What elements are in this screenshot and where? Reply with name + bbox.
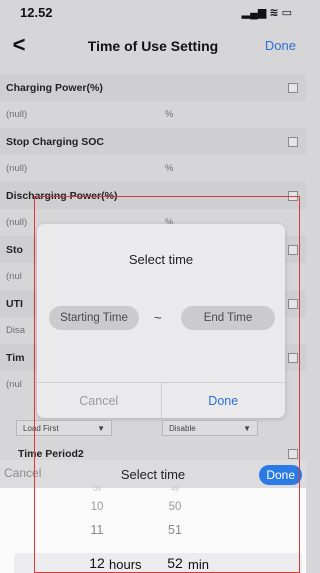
picker-cancel-button[interactable]: Cancel: [4, 466, 41, 480]
period1-selects: Load First ▼ Disable ▼: [0, 418, 306, 438]
status-bar: 12.52 ▂▄▆ ≋ ▭: [0, 0, 306, 24]
charging-power-checkbox[interactable]: [288, 82, 298, 93]
dialog-done-button[interactable]: Done: [162, 383, 286, 418]
picker-done-button[interactable]: Done: [259, 465, 302, 485]
discharging-power-label: Discharging Power(%): [6, 189, 118, 202]
minute-option[interactable]: 49: [160, 486, 190, 493]
stop-charging-soc-value: (null): [6, 163, 28, 174]
status-time: 12.52: [20, 4, 53, 20]
picker-header: Cancel Select time Done: [0, 460, 306, 488]
time-wheel[interactable]: 09 10 11 12 hours 49 50 51 52 min: [0, 486, 306, 573]
time-picker-sheet: Cancel Select time Done 09 10 11 12 hour…: [0, 460, 306, 573]
wifi-icon: ≋: [269, 6, 279, 19]
charging-power-value: (null): [6, 109, 28, 120]
load-first-value: Load First: [23, 423, 59, 433]
chevron-down-icon: ▼: [243, 423, 251, 433]
stop-charging-soc-header: Stop Charging SOC: [0, 128, 306, 155]
charging-power-unit: %: [165, 109, 174, 120]
minute-option[interactable]: 51: [160, 523, 190, 537]
minute-selected[interactable]: 52: [160, 555, 190, 571]
uti-checkbox[interactable]: [288, 298, 298, 309]
picker-title: Select time: [120, 466, 186, 482]
charging-power-header: Charging Power(%): [0, 74, 306, 101]
starting-time-button[interactable]: Starting Time: [49, 306, 139, 330]
uti-label: UTI: [6, 297, 23, 310]
minute-option[interactable]: 50: [160, 501, 190, 513]
stop-charging-soc-checkbox[interactable]: [288, 136, 298, 147]
load-first-select[interactable]: Load First ▼: [16, 420, 112, 436]
hours-unit-label: hours: [109, 557, 142, 572]
hour-option[interactable]: 09: [82, 486, 112, 493]
status-icons: ▂▄▆ ≋ ▭: [242, 6, 292, 19]
time-period1-label: Tim: [6, 351, 25, 364]
stop-discharging-checkbox[interactable]: [288, 244, 298, 255]
nav-done-button[interactable]: Done: [265, 38, 296, 53]
wheel-selection-band: [14, 553, 302, 573]
dialog-footer: Cancel Done: [37, 382, 285, 418]
discharging-power-header: Discharging Power(%): [0, 182, 306, 209]
uti-value: Disa: [6, 325, 26, 336]
stop-charging-soc-unit: %: [165, 163, 174, 174]
stop-charging-soc-label: Stop Charging SOC: [6, 135, 104, 148]
dialog-title: Select time: [128, 252, 194, 267]
end-time-button[interactable]: End Time: [181, 306, 275, 330]
time-period2-checkbox[interactable]: [288, 449, 298, 459]
select-time-dialog: Select time Starting Time ~ End Time Can…: [37, 224, 285, 418]
time-period1-checkbox[interactable]: [288, 352, 298, 363]
minutes-unit-label: min: [188, 557, 209, 572]
disable-select[interactable]: Disable ▼: [162, 420, 258, 436]
nav-bar: < Time of Use Setting Done: [0, 24, 306, 68]
charging-power-label: Charging Power(%): [6, 81, 103, 94]
chevron-down-icon: ▼: [97, 423, 105, 433]
hour-selected[interactable]: 12: [82, 555, 112, 571]
stop-charging-soc-row[interactable]: (null) %: [0, 155, 306, 182]
charging-power-row[interactable]: (null) %: [0, 101, 306, 128]
disable-value: Disable: [169, 423, 196, 433]
discharging-power-checkbox[interactable]: [288, 190, 298, 201]
time-period1-value: (nul: [6, 379, 22, 390]
discharging-power-value: (null): [6, 217, 28, 228]
hour-option[interactable]: 11: [82, 523, 112, 537]
page-title: Time of Use Setting: [87, 38, 219, 54]
stop-discharging-value: (nul: [6, 271, 22, 282]
signal-icon: ▂▄▆: [241, 6, 267, 19]
range-separator: ~: [154, 310, 162, 325]
time-period2-label: Time Period2: [18, 448, 84, 460]
battery-icon: ▭: [281, 6, 292, 19]
dialog-cancel-button[interactable]: Cancel: [37, 383, 162, 418]
back-icon[interactable]: <: [4, 32, 34, 58]
hour-option[interactable]: 10: [82, 501, 112, 513]
stop-discharging-label: Sto: [6, 243, 23, 256]
